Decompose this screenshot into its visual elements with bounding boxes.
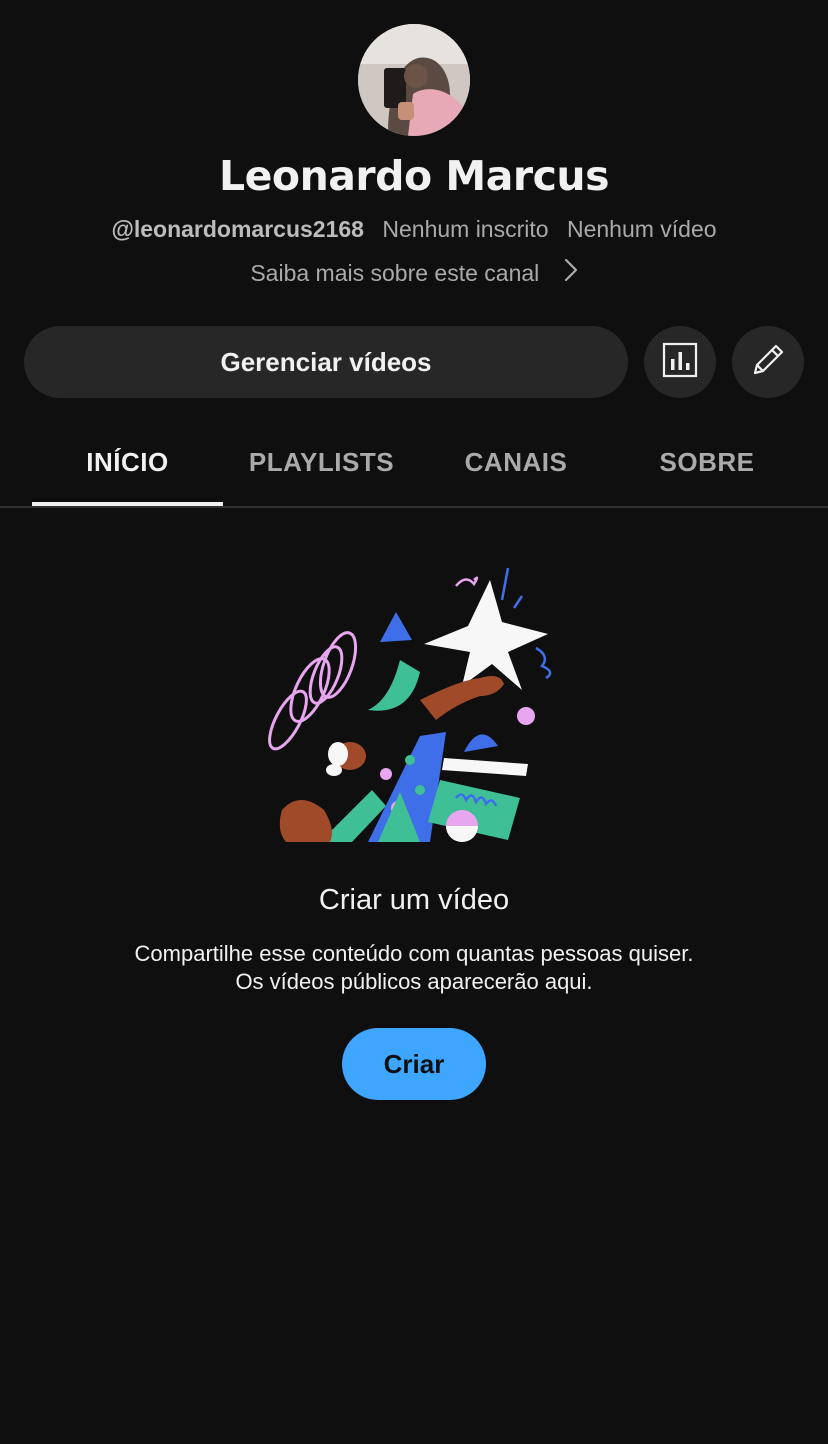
tab-playlists[interactable]: PLAYLISTS bbox=[228, 420, 415, 504]
avatar-photo bbox=[358, 24, 470, 136]
create-button[interactable]: Criar bbox=[342, 1028, 486, 1100]
channel-meta: @leonardomarcus2168 Nenhum inscrito Nenh… bbox=[0, 216, 828, 243]
channel-name: Leonardo Marcus bbox=[218, 152, 610, 200]
channel-page: Leonardo Marcus @leonardomarcus2168 Nenh… bbox=[0, 0, 828, 1444]
empty-state-title: Criar um vídeo bbox=[318, 884, 510, 916]
create-video-illustration bbox=[260, 560, 570, 850]
chevron-right-icon bbox=[564, 258, 578, 288]
tab-home[interactable]: INÍCIO bbox=[32, 420, 223, 504]
video-count: Nenhum vídeo bbox=[566, 216, 717, 242]
channel-tabs: INÍCIO PLAYLISTS CANAIS SOBRE bbox=[0, 420, 828, 508]
empty-state-line-2: Os vídeos públicos aparecerão aqui. bbox=[235, 969, 593, 994]
tab-channels[interactable]: CANAIS bbox=[422, 420, 610, 504]
manage-videos-label: Gerenciar vídeos bbox=[220, 346, 432, 377]
empty-state-description: Compartilhe esse conteúdo com quantas pe… bbox=[0, 940, 828, 996]
avatar[interactable] bbox=[358, 24, 470, 136]
tab-about[interactable]: SOBRE bbox=[614, 420, 800, 504]
channel-handle: @leonardomarcus2168 bbox=[111, 216, 364, 242]
more-about-channel-link[interactable]: Saiba mais sobre este canal bbox=[0, 258, 828, 288]
more-about-channel-label: Saiba mais sobre este canal bbox=[250, 260, 540, 286]
analytics-button[interactable] bbox=[644, 326, 716, 398]
bar-chart-icon bbox=[662, 342, 698, 383]
create-button-label: Criar bbox=[383, 1048, 445, 1079]
active-tab-indicator bbox=[32, 502, 223, 506]
manage-videos-button[interactable]: Gerenciar vídeos bbox=[24, 326, 628, 398]
empty-state-line-1: Compartilhe esse conteúdo com quantas pe… bbox=[134, 941, 694, 966]
pencil-icon bbox=[749, 341, 787, 384]
edit-channel-button[interactable] bbox=[732, 326, 804, 398]
subscriber-count: Nenhum inscrito bbox=[382, 216, 549, 242]
